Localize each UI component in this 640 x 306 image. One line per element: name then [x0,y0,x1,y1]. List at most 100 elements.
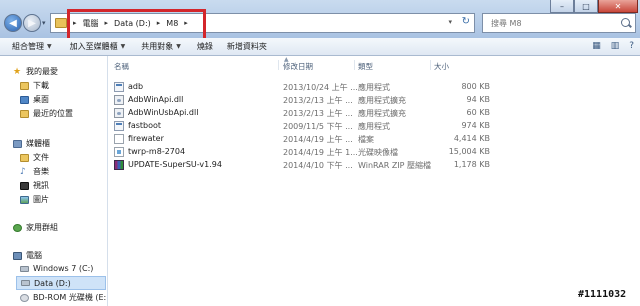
organize-label: 組合管理 [12,42,44,51]
breadcrumb-arrow-icon[interactable]: ▸ [157,19,161,27]
maximize-button[interactable]: □ [574,0,598,13]
file-type: 應用程式 [358,122,390,131]
nav-label: 視訊 [33,181,49,190]
file-type: 檔案 [358,135,374,144]
file-row-adbwinapi[interactable]: AdbWinApi.dll 2013/2/13 上午 ... 應用程式擴充 94… [108,94,640,107]
nav-music[interactable]: ♪ 音樂 [20,166,49,177]
folder-icon [55,18,67,28]
burn-button[interactable]: 燒錄 [197,41,213,52]
address-history-dropdown[interactable]: ▾ [448,18,452,26]
nav-documents[interactable]: 文件 [20,152,49,163]
navigation-pane: ★ 我的最愛 下載 桌面 最近的位置 媒體櫃 文件 ♪ 音樂 視訊 圖片 家用群… [0,56,108,306]
downloads-folder-icon [20,81,29,90]
file-size: 974 KB [461,121,490,130]
refresh-icon[interactable]: ↻ [462,16,470,27]
forward-arrow-icon: ▶ [28,17,36,29]
nav-recent-places[interactable]: 最近的位置 [20,108,73,119]
winrar-archive-icon [114,160,124,170]
file-row-twrp[interactable]: twrp-m8-2704 2014/4/19 上午 1... 光碟映像檔 15,… [108,146,640,159]
homegroup-icon [13,223,22,232]
explorer-window: – □ ✕ ◀ ▶ ▾ ▸ 電腦 ▸ Data (D:) ▸ M8 ▸ ▾ ↻ [0,0,640,306]
file-size: 60 KB [466,108,490,117]
application-icon [114,121,124,131]
nav-label: BD-ROM 光碟機 (E: [33,293,107,302]
file-list: ▲ 名稱 修改日期 類型 大小 adb 2013/10/24 上午 ... 應用… [108,56,640,306]
breadcrumb-label: Data (D:) [114,18,151,28]
new-folder-button[interactable]: 新增資料夾 [227,41,267,52]
nav-downloads[interactable]: 下載 [20,80,49,91]
file-date: 2013/2/13 上午 ... [283,96,353,105]
include-in-library-label: 加入至媒體櫃 [69,42,118,51]
search-box[interactable] [482,13,636,33]
column-header-name[interactable]: 名稱 [114,61,129,72]
nav-favorites[interactable]: ★ 我的最愛 [13,66,58,77]
star-icon: ★ [13,66,22,77]
file-row-adb[interactable]: adb 2013/10/24 上午 ... 應用程式 800 KB [108,81,640,94]
minimize-button[interactable]: – [550,0,574,13]
organize-button[interactable]: 組合管理 ▼ [12,41,52,52]
nav-drive-d[interactable]: Data (D:) [16,276,106,290]
file-row-firewater[interactable]: firewater 2014/4/19 上午 ... 檔案 4,414 KB [108,133,640,146]
command-bar: 組合管理 ▼ 加入至媒體櫃 ▼ 共用對象 ▼ 燒錄 新增資料夾 ▦ ▥ ? [0,38,640,56]
nav-drive-e[interactable]: BD-ROM 光碟機 (E: [20,292,106,303]
close-button[interactable]: ✕ [598,0,638,13]
dropdown-arrow-icon: ▼ [47,43,52,50]
help-icon[interactable]: ? [629,41,634,51]
breadcrumb-computer[interactable]: 電腦 ▸ [83,18,109,29]
file-date: 2009/11/5 下午 ... [283,122,353,131]
address-bar[interactable]: ▸ 電腦 ▸ Data (D:) ▸ M8 ▸ ▾ ↻ [50,13,475,33]
desktop-icon [20,95,29,104]
search-input[interactable] [489,17,621,29]
search-icon[interactable] [621,18,630,27]
recent-pages-dropdown[interactable]: ▾ [42,19,46,27]
nav-label: 音樂 [33,167,49,176]
share-with-button[interactable]: 共用對象 ▼ [141,41,181,52]
file-row-fastboot[interactable]: fastboot 2009/11/5 下午 ... 應用程式 974 KB [108,120,640,133]
change-view-icon[interactable]: ▦ [592,41,601,51]
file-type: 應用程式擴充 [358,96,406,105]
file-size: 800 KB [461,82,490,91]
forward-button[interactable]: ▶ [23,14,41,32]
dropdown-arrow-icon: ▼ [120,43,126,50]
disc-image-icon [114,147,124,157]
column-header-type[interactable]: 類型 [358,61,373,72]
nav-label: Windows 7 (C:) [33,264,94,273]
file-date: 2014/4/19 上午 ... [283,135,353,144]
breadcrumb-label: 電腦 [82,18,99,28]
breadcrumb-arrow-icon[interactable]: ▸ [105,19,109,27]
back-button[interactable]: ◀ [4,14,22,32]
preview-pane-icon[interactable]: ▥ [611,41,620,51]
dll-icon [114,95,124,105]
breadcrumb-data-drive[interactable]: Data (D:) ▸ [114,19,160,28]
column-divider[interactable] [430,60,431,70]
nav-libraries[interactable]: 媒體櫃 [13,138,50,149]
file-row-supersu[interactable]: UPDATE-SuperSU-v1.94 2014/4/10 下午 ... Wi… [108,159,640,172]
pictures-icon [20,195,29,204]
libraries-icon [13,139,22,148]
column-divider[interactable] [354,60,355,70]
nav-homegroup[interactable]: 家用群組 [13,222,58,233]
nav-pictures[interactable]: 圖片 [20,194,49,205]
nav-desktop[interactable]: 桌面 [20,94,49,105]
nav-drive-c[interactable]: Windows 7 (C:) [20,264,93,273]
nav-videos[interactable]: 視訊 [20,180,49,191]
drive-icon [20,265,29,272]
file-row-adbwinusbapi[interactable]: AdbWinUsbApi.dll 2013/2/13 上午 ... 應用程式擴充… [108,107,640,120]
nav-computer[interactable]: 電腦 [13,250,42,261]
include-in-library-button[interactable]: 加入至媒體櫃 ▼ [70,41,126,52]
file-date: 2014/4/10 下午 ... [283,161,353,170]
column-divider[interactable] [278,60,279,70]
burn-label: 燒錄 [196,42,213,51]
breadcrumb-arrow-icon[interactable]: ▸ [73,19,77,27]
breadcrumb-m8[interactable]: M8 ▸ [166,19,188,28]
file-name: twrp-m8-2704 [128,147,186,156]
title-bar: – □ ✕ ◀ ▶ ▾ ▸ 電腦 ▸ Data (D:) ▸ M8 ▸ ▾ ↻ [0,0,640,38]
drive-icon [21,280,30,286]
file-type: 應用程式 [358,83,390,92]
music-icon: ♪ [20,166,26,177]
column-header-date[interactable]: 修改日期 [283,61,313,72]
column-header-size[interactable]: 大小 [434,61,449,72]
file-size: 15,004 KB [448,147,490,156]
breadcrumb-arrow-icon[interactable]: ▸ [184,19,188,27]
nav-label: 最近的位置 [33,109,73,118]
